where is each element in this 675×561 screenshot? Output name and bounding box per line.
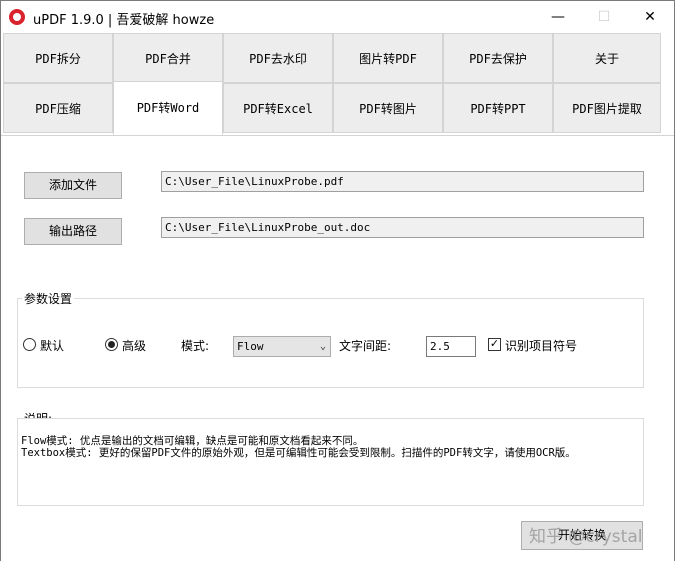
settings-group-label: 参数设置 (22, 290, 75, 307)
app-logo-icon (9, 9, 25, 25)
tab-bar: PDF拆分 PDF合并 PDF去水印 图片转PDF PDF去保护 关于 PDF压… (1, 33, 674, 135)
window-title: uPDF 1.9.0 | 吾爱破解 howze (33, 13, 215, 28)
description-line-textbox: Textbox模式: 更好的保留PDF文件的原始外观，但是可编辑性可能会受到限制… (21, 447, 576, 459)
tab-pdf-to-excel[interactable]: PDF转Excel (223, 83, 333, 133)
spacing-input[interactable]: 2.5 (426, 336, 476, 357)
tab-pdf-unprotect[interactable]: PDF去保护 (443, 33, 553, 83)
radio-advanced-label: 高级 (122, 339, 147, 353)
tab-pdf-split[interactable]: PDF拆分 (3, 33, 113, 83)
description-line-flow: Flow模式: 优点是输出的文档可编辑，缺点是可能和原文档看起来不同。 (21, 435, 364, 447)
chevron-down-icon: ⌄ (319, 341, 326, 352)
tab-pdf-merge[interactable]: PDF合并 (113, 33, 223, 83)
bullet-checkbox[interactable]: ✓ (488, 338, 501, 351)
tab-pdf-image-extract[interactable]: PDF图片提取 (553, 83, 661, 133)
tab-content-panel: 添加文件 C:\User_File\LinuxProbe.pdf 输出路径 C:… (1, 135, 674, 561)
tab-pdf-to-image[interactable]: PDF转图片 (333, 83, 443, 133)
add-file-button[interactable]: 添加文件 (24, 172, 122, 199)
tab-pdf-remove-watermark[interactable]: PDF去水印 (223, 33, 333, 83)
watermark-text: 知乎 @crystal (529, 527, 643, 547)
close-button[interactable]: ✕ (627, 1, 673, 33)
minimize-button[interactable]: — (535, 1, 581, 33)
mode-select[interactable]: Flow ⌄ (233, 336, 331, 357)
radio-default-label: 默认 (40, 339, 65, 353)
checkmark-icon: ✓ (489, 338, 500, 350)
spacing-label: 文字间距: (339, 339, 392, 353)
maximize-button[interactable]: ☐ (581, 1, 627, 33)
output-file-path-field[interactable]: C:\User_File\LinuxProbe_out.doc (161, 217, 644, 238)
input-file-path-field[interactable]: C:\User_File\LinuxProbe.pdf (161, 171, 644, 192)
mode-label: 模式: (181, 339, 210, 353)
tab-pdf-to-word[interactable]: PDF转Word (113, 81, 223, 135)
tab-pdf-compress[interactable]: PDF压缩 (3, 83, 113, 133)
title-bar: uPDF 1.9.0 | 吾爱破解 howze — ☐ ✕ (1, 1, 674, 33)
tab-about[interactable]: 关于 (553, 33, 661, 83)
tab-image-to-pdf[interactable]: 图片转PDF (333, 33, 443, 83)
output-path-button[interactable]: 输出路径 (24, 218, 122, 245)
mode-select-value: Flow (237, 340, 264, 353)
app-window: uPDF 1.9.0 | 吾爱破解 howze — ☐ ✕ PDF拆分 PDF合… (0, 0, 675, 561)
bullet-checkbox-label: 识别项目符号 (505, 339, 578, 353)
radio-advanced[interactable] (105, 338, 118, 351)
radio-default[interactable] (23, 338, 36, 351)
description-text-box: Flow模式: 优点是输出的文档可编辑，缺点是可能和原文档看起来不同。 Text… (17, 418, 644, 506)
tab-pdf-to-ppt[interactable]: PDF转PPT (443, 83, 553, 133)
